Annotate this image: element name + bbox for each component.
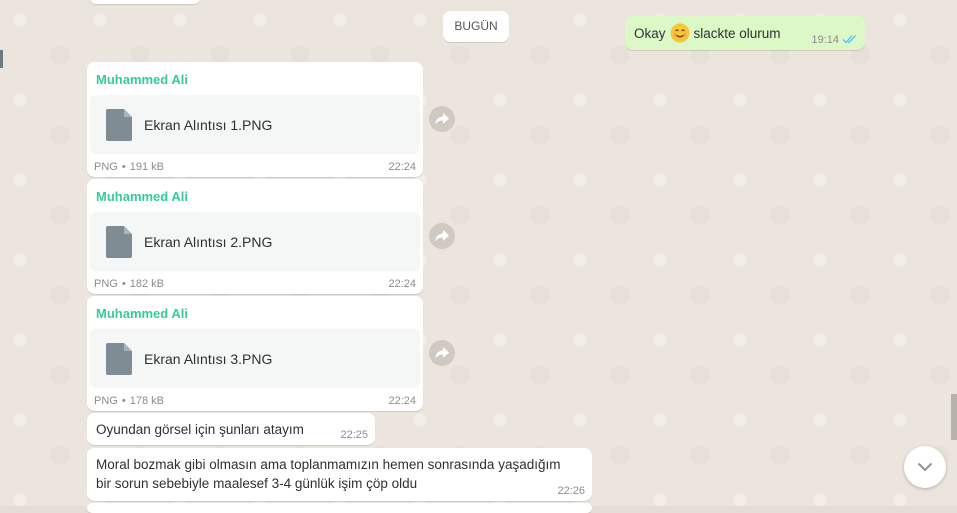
file-meta: PNG • 191 kB: [94, 161, 164, 173]
file-size: 182 kB: [129, 278, 164, 290]
message-time: 22:26: [557, 485, 585, 497]
message-time: 22:24: [388, 278, 416, 290]
file-size: 191 kB: [129, 161, 164, 173]
panel-edge: [0, 50, 3, 68]
message-text: Okay slackte olurum: [634, 23, 781, 43]
message-text-part: slackte olurum: [693, 25, 781, 41]
document-icon: [106, 226, 132, 258]
forward-icon: [435, 230, 449, 242]
file-message[interactable]: Muhammed Ali Ekran Alıntısı 2.PNG PNG • 18…: [87, 179, 423, 294]
file-type: PNG: [94, 278, 118, 290]
forward-button[interactable]: [429, 106, 455, 132]
message-text: Oyundan görsel için şunları atayım: [96, 422, 304, 437]
double-check-icon: [842, 35, 856, 44]
separator: •: [121, 278, 126, 290]
previous-message: [90, 0, 200, 4]
smiling-face-icon: [670, 23, 690, 43]
file-meta: PNG • 178 kB: [94, 395, 164, 407]
text-message[interactable]: Moral bozmak gibi olmasın ama toplanmamı…: [87, 448, 592, 501]
file-name: Ekran Alıntısı 1.PNG: [144, 117, 273, 133]
next-message: [87, 503, 592, 513]
message-time: 19:14: [811, 34, 839, 46]
file-meta: PNG • 182 kB: [94, 278, 164, 290]
message-time: 22:24: [388, 161, 416, 173]
message-line: bir sorun sebebiyle maalesef 3-4 günlük …: [96, 476, 418, 491]
message-time: 22:24: [388, 395, 416, 407]
scrollbar-thumb[interactable]: [951, 394, 957, 440]
file-type: PNG: [94, 161, 118, 173]
file-attachment[interactable]: Ekran Alıntısı 1.PNG: [90, 95, 420, 154]
date-chip: BUGÜN: [443, 11, 509, 42]
sender-name: Muhammed Ali: [96, 306, 188, 321]
file-message[interactable]: Muhammed Ali Ekran Alıntısı 3.PNG PNG • 17…: [87, 296, 423, 411]
file-name: Ekran Alıntısı 2.PNG: [144, 234, 273, 250]
document-icon: [106, 109, 132, 141]
text-message[interactable]: Oyundan görsel için şunları atayım 22:25: [87, 413, 375, 445]
outgoing-message[interactable]: Okay slackte olurum 19:14: [625, 16, 865, 50]
chevron-down-icon: [917, 462, 933, 472]
forward-button[interactable]: [429, 340, 455, 366]
sender-name: Muhammed Ali: [96, 72, 188, 87]
file-type: PNG: [94, 395, 118, 407]
forward-button[interactable]: [429, 223, 455, 249]
document-icon: [106, 343, 132, 375]
message-time: 22:25: [340, 429, 368, 441]
scroll-down-button[interactable]: [904, 446, 946, 488]
separator: •: [121, 395, 126, 407]
message-line: Moral bozmak gibi olmasın ama toplanmamı…: [96, 457, 561, 472]
forward-icon: [435, 347, 449, 359]
file-message[interactable]: Muhammed Ali Ekran Alıntısı 1.PNG PNG • 19…: [87, 62, 423, 177]
forward-icon: [435, 113, 449, 125]
sender-name: Muhammed Ali: [96, 189, 188, 204]
message-text: Moral bozmak gibi olmasın ama toplanmamı…: [96, 455, 560, 493]
file-size: 178 kB: [129, 395, 164, 407]
file-name: Ekran Alıntısı 3.PNG: [144, 351, 273, 367]
message-text-part: Okay: [634, 25, 666, 41]
file-attachment[interactable]: Ekran Alıntısı 3.PNG: [90, 329, 420, 388]
separator: •: [121, 161, 126, 173]
file-attachment[interactable]: Ekran Alıntısı 2.PNG: [90, 212, 420, 271]
